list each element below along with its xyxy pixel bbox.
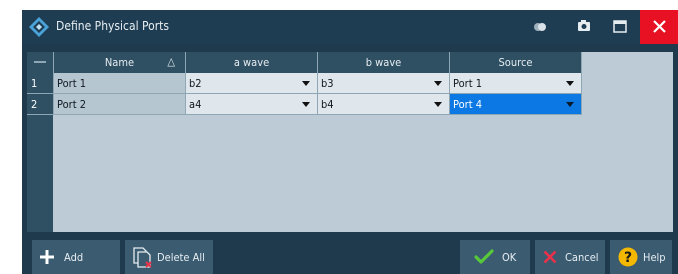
- ok-button-label: OK: [502, 251, 517, 264]
- column-header-name[interactable]: Name △: [53, 52, 186, 73]
- port-name-cell[interactable]: Port 1: [53, 73, 186, 94]
- dropdown-arrow-icon: [302, 81, 310, 86]
- help-button-label: Help: [643, 251, 666, 264]
- column-header-label: Name: [104, 56, 135, 69]
- a-wave-dropdown[interactable]: a4: [185, 93, 318, 115]
- b-wave-dropdown[interactable]: b3: [317, 73, 450, 94]
- add-button[interactable]: Add: [32, 240, 120, 274]
- title-bar: Define Physical Ports: [22, 10, 678, 44]
- ok-button[interactable]: OK: [460, 240, 530, 274]
- checkmark-icon: [474, 249, 494, 264]
- dialog-title: Define Physical Ports: [56, 19, 169, 33]
- x-icon: [543, 250, 557, 264]
- screenshot-button[interactable]: [566, 10, 602, 44]
- maximize-button[interactable]: [602, 10, 638, 44]
- maximize-icon: [613, 20, 627, 33]
- cancel-button[interactable]: Cancel: [535, 240, 605, 274]
- svg-text:?: ?: [624, 250, 632, 266]
- dropdown-value: b3: [321, 76, 334, 90]
- row-header-column: [27, 115, 53, 232]
- dropdown-value: a4: [189, 97, 202, 111]
- dropdown-arrow-icon: [434, 102, 442, 107]
- row-header[interactable]: 1: [27, 73, 54, 94]
- table-row: 1 Port 1 b2 b3 Port 1: [27, 73, 582, 94]
- dropdown-arrow-icon: [566, 102, 574, 107]
- define-physical-ports-dialog: Define Physical Ports Name △ a wave b wa…: [22, 10, 678, 274]
- table-header-row: Name △ a wave b wave Source: [27, 52, 582, 73]
- table-row: 2 Port 2 a4 b4 Port 4: [27, 93, 582, 115]
- cancel-button-label: Cancel: [565, 251, 599, 264]
- dropdown-arrow-icon: [434, 81, 442, 86]
- port-name-cell[interactable]: Port 2: [53, 93, 186, 115]
- background-strip: [0, 0, 678, 10]
- help-button[interactable]: ? Help: [610, 240, 672, 274]
- sort-ascending-icon: △: [167, 55, 175, 68]
- row-header[interactable]: 2: [27, 93, 54, 115]
- a-wave-dropdown[interactable]: b2: [185, 73, 318, 94]
- delete-all-button-label: Delete All: [157, 251, 205, 264]
- ports-table-area: Name △ a wave b wave Source 1 Port 1 b2 …: [27, 52, 673, 232]
- toggle-icon: [534, 23, 546, 31]
- delete-all-button[interactable]: Delete All: [125, 240, 213, 274]
- toggle-button[interactable]: [522, 10, 558, 44]
- dropdown-arrow-icon: [302, 102, 310, 107]
- dropdown-value: Port 4: [453, 97, 483, 111]
- dropdown-value: b2: [189, 76, 202, 90]
- dropdown-value: b4: [321, 97, 334, 111]
- source-dropdown[interactable]: Port 4: [449, 93, 582, 115]
- source-dropdown[interactable]: Port 1: [449, 73, 582, 94]
- question-icon: ?: [618, 247, 638, 267]
- close-icon: [653, 20, 666, 33]
- delete-pages-icon: [133, 247, 152, 268]
- camera-icon: [578, 20, 590, 31]
- column-header-source[interactable]: Source: [449, 52, 582, 73]
- column-header-b-wave[interactable]: b wave: [317, 52, 450, 73]
- column-header-a-wave[interactable]: a wave: [185, 52, 318, 73]
- plus-icon: [40, 250, 54, 264]
- select-all-icon: [34, 61, 46, 63]
- dropdown-value: Port 1: [453, 76, 483, 90]
- add-button-label: Add: [64, 251, 84, 264]
- b-wave-dropdown[interactable]: b4: [317, 93, 450, 115]
- select-all-corner[interactable]: [27, 52, 54, 73]
- ports-table: Name △ a wave b wave Source 1 Port 1 b2 …: [27, 52, 582, 115]
- app-logo-icon: [29, 17, 49, 37]
- close-button[interactable]: [640, 10, 678, 44]
- dropdown-arrow-icon: [566, 81, 574, 86]
